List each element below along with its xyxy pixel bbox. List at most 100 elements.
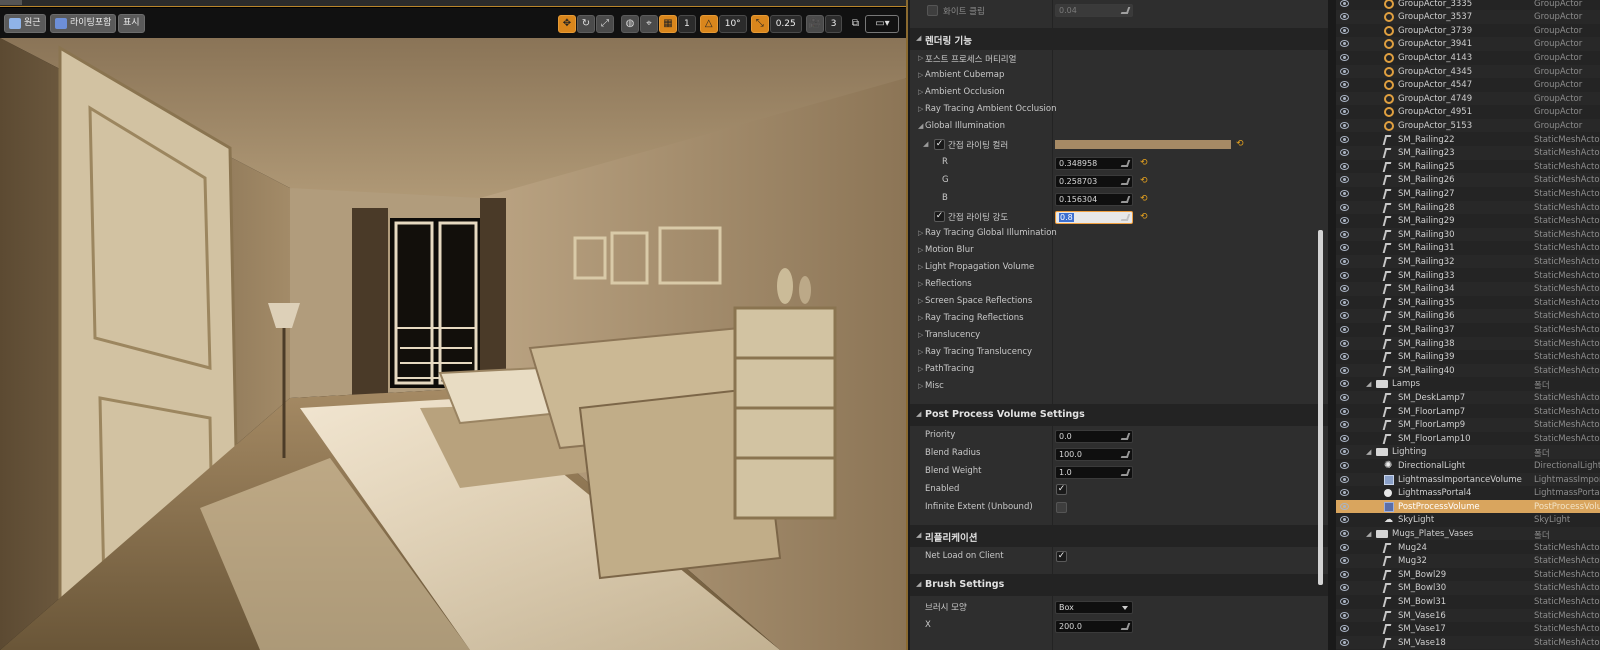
visibility-eye-icon[interactable] — [1340, 53, 1349, 61]
category-post-process-volume-settings[interactable]: ◢ Post Process Volume Settings — [910, 404, 1328, 426]
outliner-row[interactable]: GroupActor_4345 GroupActor — [1336, 64, 1600, 79]
outliner-row[interactable]: SM_Vase17 StaticMeshActor — [1336, 622, 1600, 636]
rotation-snap-icon[interactable]: △ — [699, 14, 718, 33]
visibility-eye-icon[interactable] — [1340, 529, 1349, 537]
visibility-eye-icon[interactable] — [1340, 638, 1349, 646]
group-ray-tracing-translucency[interactable]: ▷ Ray Tracing Translucency — [910, 344, 1320, 362]
group-global-illumination[interactable]: ◢ Global Illumination — [910, 118, 1320, 136]
scale-icon[interactable]: ⤢ — [596, 14, 614, 33]
outliner-row[interactable]: SM_Railing27 StaticMeshActor — [1336, 187, 1600, 201]
outliner-row[interactable]: ✺ DirectionalLight DirectionalLight — [1336, 459, 1600, 473]
net-load-checkbox[interactable]: ✓ — [1056, 551, 1067, 562]
outliner-row[interactable]: GroupActor_3941 GroupActor — [1336, 37, 1600, 51]
category-brush-settings[interactable]: ◢ Brush Settings — [910, 574, 1328, 596]
visibility-eye-icon[interactable] — [1340, 543, 1349, 551]
outliner-row[interactable]: SM_Railing32 StaticMeshActor — [1336, 254, 1600, 269]
visibility-eye-icon[interactable] — [1340, 434, 1349, 442]
group-ambient-occlusion[interactable]: ▷ Ambient Occlusion — [910, 84, 1320, 102]
maximize-icon[interactable]: ⧉ — [846, 15, 864, 33]
outliner-row[interactable]: LightmassImportanceVolume LightmassImport… — [1336, 472, 1600, 487]
collapse-arrow-icon[interactable]: ◢ — [1366, 448, 1371, 456]
color-b-input[interactable]: 0.156304 — [1055, 193, 1133, 206]
outliner-row[interactable]: GroupActor_5153 GroupActor — [1336, 118, 1600, 133]
group-translucency[interactable]: ▷ Translucency — [910, 327, 1320, 345]
outliner-row[interactable]: SM_Railing35 StaticMeshActor — [1336, 296, 1600, 310]
enabled-checkbox[interactable]: ✓ — [1056, 484, 1067, 495]
visibility-eye-icon[interactable] — [1340, 94, 1349, 102]
visibility-eye-icon[interactable] — [1340, 312, 1349, 320]
outliner-row[interactable]: GroupActor_3537 GroupActor — [1336, 10, 1600, 24]
visibility-eye-icon[interactable] — [1340, 393, 1349, 401]
priority-input[interactable]: 0.0 — [1055, 430, 1133, 443]
reset-to-default-icon[interactable]: ⟲ — [1140, 177, 1149, 186]
outliner-row[interactable]: SM_FloorLamp9 StaticMeshActor — [1336, 418, 1600, 432]
outliner-row[interactable]: SM_Bowl29 StaticMeshActor — [1336, 568, 1600, 582]
visibility-eye-icon[interactable] — [1340, 461, 1349, 469]
visibility-eye-icon[interactable] — [1340, 40, 1349, 48]
visibility-eye-icon[interactable] — [1340, 625, 1349, 633]
outliner-row[interactable]: SM_Bowl31 StaticMeshActor — [1336, 595, 1600, 609]
viewport-tab[interactable] — [0, 0, 22, 5]
outliner-row[interactable]: GroupActor_4547 GroupActor — [1336, 78, 1600, 92]
visibility-eye-icon[interactable] — [1340, 584, 1349, 592]
scale-snap-value[interactable]: 0.25 — [769, 14, 802, 33]
visibility-eye-icon[interactable] — [1340, 475, 1349, 483]
reset-to-default-icon[interactable]: ⟲ — [1140, 213, 1149, 222]
outliner-row[interactable]: SM_Railing37 StaticMeshActor — [1336, 323, 1600, 337]
color-g-input[interactable]: 0.258703 — [1055, 175, 1133, 188]
collapse-arrow-icon[interactable]: ◢ — [1366, 380, 1371, 388]
rotation-snap-value[interactable]: 10° — [718, 14, 747, 33]
camera-speed-value[interactable]: 3 — [824, 14, 843, 33]
visibility-eye-icon[interactable] — [1340, 121, 1349, 129]
outliner-row[interactable]: SM_Railing31 StaticMeshActor — [1336, 241, 1600, 255]
group-path-tracing[interactable]: ▷ PathTracing — [910, 361, 1320, 379]
layout-icon[interactable]: ▭▾ — [865, 14, 900, 33]
infinite-extent-checkbox[interactable] — [1056, 502, 1067, 513]
visibility-eye-icon[interactable] — [1340, 339, 1349, 347]
outliner-row[interactable]: SM_Vase18 StaticMeshActor — [1336, 635, 1600, 650]
visibility-eye-icon[interactable] — [1340, 421, 1349, 429]
indirect-color-override-checkbox[interactable]: ✓ — [934, 139, 945, 150]
outliner-row[interactable]: GroupActor_4143 GroupActor — [1336, 51, 1600, 65]
visibility-eye-icon[interactable] — [1340, 597, 1349, 605]
visibility-eye-icon[interactable] — [1340, 149, 1349, 157]
indirect-intensity-override-checkbox[interactable]: ✓ — [934, 211, 945, 222]
outliner-row[interactable]: Mug32 StaticMeshActor — [1336, 554, 1600, 568]
visibility-eye-icon[interactable] — [1340, 189, 1349, 197]
brush-shape-dropdown[interactable]: Box — [1055, 601, 1133, 614]
outliner-row[interactable]: SM_Railing34 StaticMeshActor — [1336, 282, 1600, 296]
visibility-eye-icon[interactable] — [1340, 611, 1349, 619]
visibility-eye-icon[interactable] — [1340, 162, 1349, 170]
color-r-input[interactable]: 0.348958 — [1055, 157, 1133, 170]
visibility-eye-icon[interactable] — [1340, 26, 1349, 34]
visibility-eye-icon[interactable] — [1340, 217, 1349, 225]
visibility-eye-icon[interactable] — [1340, 353, 1349, 361]
outliner-row[interactable]: ☁ SkyLight SkyLight — [1336, 513, 1600, 527]
perspective-button[interactable]: 원근 — [4, 14, 46, 33]
visibility-eye-icon[interactable] — [1340, 489, 1349, 497]
outliner-row[interactable]: SM_Railing22 StaticMeshActor — [1336, 133, 1600, 147]
reset-to-default-icon[interactable]: ⟲ — [1140, 159, 1149, 168]
level-viewport[interactable]: 원근 라이팅포함 표시 ✥ ↻ ⤢ ◍ ⌖ ▦ 1 △ 10° ⤡ 0.25 🎥… — [0, 0, 908, 650]
surface-snap-icon[interactable]: ⌖ — [640, 14, 658, 33]
visibility-eye-icon[interactable] — [1340, 570, 1349, 578]
grid-snap-icon[interactable]: ▦ — [659, 14, 677, 33]
outliner-folder-row[interactable]: ◢ Lamps 폴더 — [1336, 377, 1600, 391]
outliner-row[interactable]: GroupActor_3739 GroupActor — [1336, 24, 1600, 38]
outliner-row[interactable]: GroupActor_3335 GroupActor — [1336, 0, 1600, 10]
outliner-folder-row[interactable]: ◢ Lighting 폴더 — [1336, 445, 1600, 459]
outliner-row[interactable]: SM_DeskLamp7 StaticMeshActor — [1336, 390, 1600, 405]
visibility-eye-icon[interactable] — [1340, 407, 1349, 415]
visibility-eye-icon[interactable] — [1340, 557, 1349, 565]
outliner-row[interactable]: SM_Vase16 StaticMeshActor — [1336, 608, 1600, 623]
outliner-row[interactable]: SM_Railing25 StaticMeshActor — [1336, 160, 1600, 174]
visibility-eye-icon[interactable] — [1340, 366, 1349, 374]
outliner-row[interactable]: GroupActor_4951 GroupActor — [1336, 105, 1600, 119]
outliner-row[interactable]: SM_Railing39 StaticMeshActor — [1336, 350, 1600, 364]
visibility-eye-icon[interactable] — [1340, 13, 1349, 21]
white-clip-override-checkbox[interactable] — [927, 5, 938, 16]
reset-to-default-icon[interactable]: ⟲ — [1236, 140, 1245, 149]
outliner-row[interactable]: SM_Railing28 StaticMeshActor — [1336, 200, 1600, 215]
outliner-row[interactable]: SM_FloorLamp7 StaticMeshActor — [1336, 405, 1600, 419]
group-reflections[interactable]: ▷ Reflections — [910, 276, 1320, 294]
